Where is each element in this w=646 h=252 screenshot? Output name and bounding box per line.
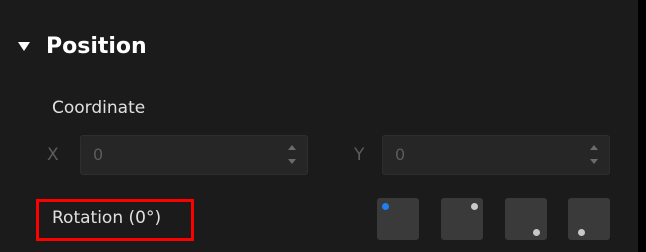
x-coordinate-spinbox[interactable] bbox=[80, 135, 308, 175]
section-title: Position bbox=[46, 34, 147, 59]
caret-up-icon bbox=[288, 145, 296, 150]
anchor-dot-icon bbox=[471, 203, 478, 210]
caret-down-icon[interactable] bbox=[18, 42, 30, 51]
anchor-dot-icon bbox=[382, 203, 389, 210]
y-coordinate-spinbox[interactable] bbox=[382, 135, 610, 175]
caret-down-small-icon bbox=[288, 159, 296, 164]
caret-down-small-icon bbox=[590, 159, 598, 164]
rotation-label: Rotation (0°) bbox=[52, 208, 162, 228]
anchor-top-left-button[interactable] bbox=[377, 198, 419, 240]
anchor-bottom-right-button[interactable] bbox=[505, 198, 547, 240]
x-increment-button[interactable] bbox=[281, 140, 303, 155]
y-coordinate-input[interactable] bbox=[391, 136, 579, 174]
coordinate-label: Coordinate bbox=[52, 98, 146, 118]
anchor-dot-icon bbox=[533, 229, 540, 236]
anchor-top-right-button[interactable] bbox=[441, 198, 483, 240]
y-axis-label: Y bbox=[354, 145, 365, 165]
y-spin-buttons bbox=[583, 140, 605, 170]
properties-panel: Position Coordinate X Y bbox=[0, 0, 646, 252]
y-decrement-button[interactable] bbox=[583, 155, 605, 170]
x-axis-label: X bbox=[47, 145, 59, 165]
anchor-bottom-left-button[interactable] bbox=[568, 198, 610, 240]
position-section-header[interactable]: Position bbox=[0, 0, 638, 96]
position-section: Position Coordinate X Y bbox=[0, 0, 638, 252]
x-decrement-button[interactable] bbox=[281, 155, 303, 170]
caret-up-icon bbox=[590, 145, 598, 150]
anchor-dot-icon bbox=[578, 229, 585, 236]
panel-edge bbox=[638, 0, 646, 252]
y-increment-button[interactable] bbox=[583, 140, 605, 155]
x-spin-buttons bbox=[281, 140, 303, 170]
x-coordinate-input[interactable] bbox=[89, 136, 277, 174]
